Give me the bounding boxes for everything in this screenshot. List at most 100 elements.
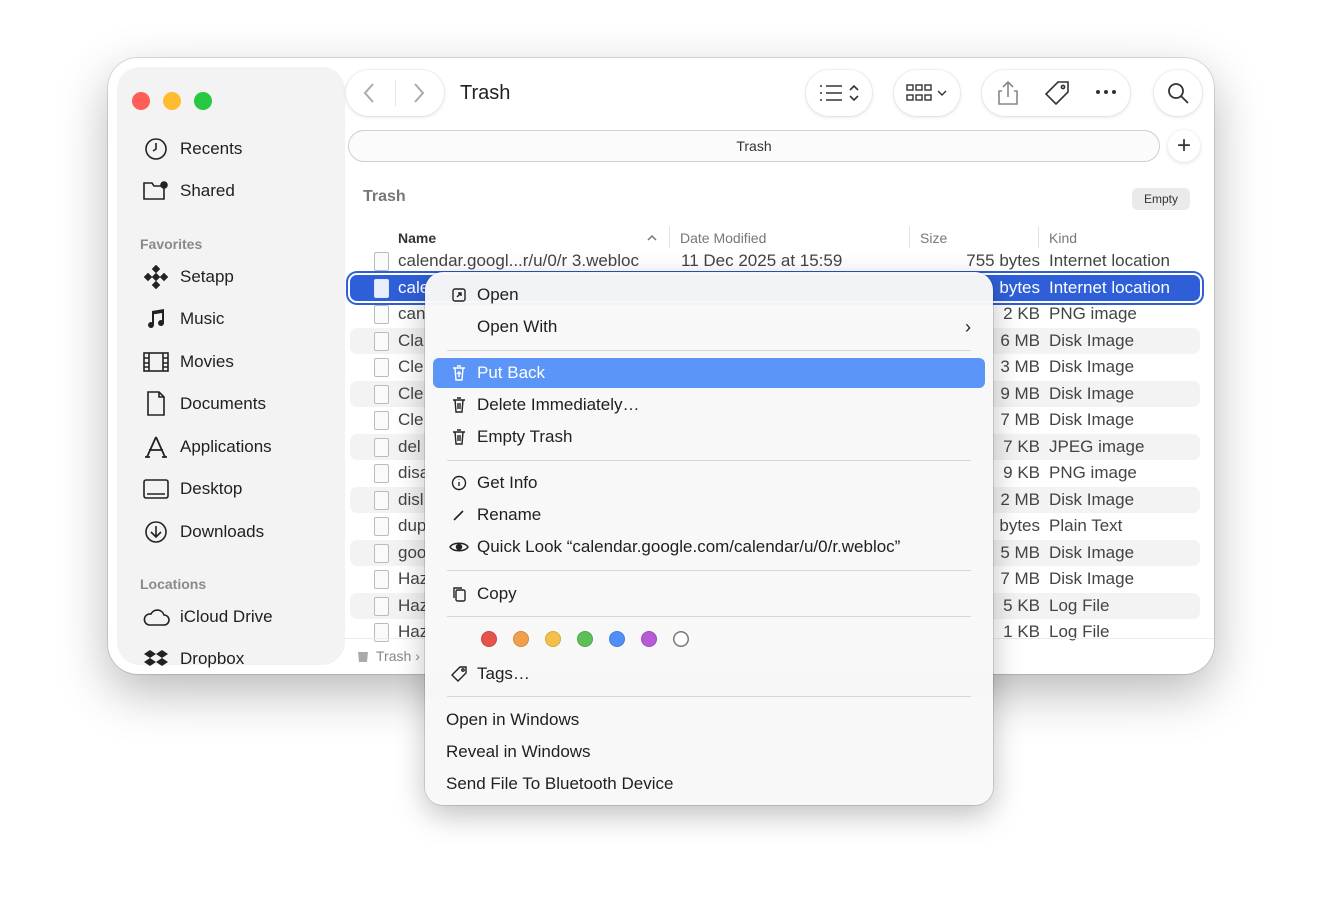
column-divider[interactable] [909, 226, 910, 248]
cell-kind: Disk Image [1049, 383, 1135, 403]
trash-icon [358, 652, 368, 662]
tag-color-dot[interactable] [577, 631, 593, 647]
eye-icon [447, 540, 471, 554]
cell-size: 7 MB [1000, 410, 1040, 429]
sidebar-item-music[interactable]: Music [142, 304, 224, 334]
column-header-date-modified[interactable]: Date Modified [680, 230, 766, 246]
sidebar-item-label: Music [180, 309, 225, 328]
sidebar-item-setapp[interactable]: Setapp [142, 262, 234, 292]
cell-name: can [398, 304, 426, 323]
cell-kind: JPEG image [1049, 436, 1145, 456]
cell-size: 2 KB [1003, 304, 1040, 323]
cell-name: Cle [398, 410, 424, 429]
more-button[interactable] [1094, 82, 1118, 108]
cell-kind: Disk Image [1049, 542, 1135, 562]
view-mode-button[interactable] [806, 70, 872, 116]
cell-kind: Internet location [1049, 251, 1170, 270]
tab-trash[interactable]: Trash [348, 130, 1160, 162]
info-icon [447, 475, 471, 491]
menu-item-label: Put Back [477, 363, 546, 382]
tag-color-dot[interactable] [513, 631, 529, 647]
menu-item-send-bluetooth[interactable]: Send File To Bluetooth Device [433, 769, 985, 799]
tag-color-dot[interactable] [641, 631, 657, 647]
chevron-left-icon [363, 83, 374, 103]
zoom-window-button[interactable] [194, 92, 212, 110]
music-note-icon [142, 305, 170, 333]
cell-name: dup [398, 516, 427, 535]
tag-color-dot[interactable] [673, 631, 689, 647]
menu-separator [447, 350, 971, 351]
window-title: Trash [460, 82, 511, 104]
sort-ascending-icon [646, 230, 658, 246]
tag-button[interactable] [1044, 80, 1070, 111]
tab-label: Trash [736, 138, 772, 154]
search-button[interactable] [1154, 70, 1202, 116]
menu-item-delete-immediately[interactable]: Delete Immediately… [433, 390, 985, 420]
desktop-icon [142, 475, 170, 503]
tag-color-dot[interactable] [545, 631, 561, 647]
breadcrumb-separator: › [415, 648, 420, 664]
column-divider[interactable] [1038, 226, 1039, 248]
cell-name: disl [398, 489, 424, 509]
menu-item-quick-look[interactable]: Quick Look “calendar.google.com/calendar… [433, 532, 985, 562]
sidebar-item-documents[interactable]: Documents [142, 389, 266, 419]
table-row[interactable]: calendar.googl...r/u/0/r 3.webloc 11 Dec … [350, 248, 1200, 274]
sidebar-item-label: Setapp [180, 267, 234, 286]
cell-name: calendar.googl...r/u/0/r 3.webloc [398, 251, 639, 270]
cell-kind: Plain Text [1049, 516, 1123, 535]
share-button[interactable] [996, 80, 1020, 111]
minimize-window-button[interactable] [163, 92, 181, 110]
menu-item-open[interactable]: Open [433, 280, 985, 310]
file-icon [374, 570, 389, 589]
sidebar-item-label: Recents [180, 139, 243, 158]
tag-color-dot[interactable] [481, 631, 497, 647]
document-icon [142, 390, 170, 418]
cell-name: del [398, 436, 421, 456]
cell-size: 3 MB [1000, 357, 1040, 376]
new-tab-button[interactable]: + [1168, 130, 1200, 162]
sidebar-item-applications[interactable]: Applications [142, 432, 272, 462]
column-header-name[interactable]: Name [398, 230, 436, 246]
file-icon [374, 411, 389, 430]
tag-color-dot[interactable] [609, 631, 625, 647]
sidebar-item-label: Movies [180, 352, 234, 371]
empty-trash-button[interactable]: Empty [1132, 188, 1190, 210]
breadcrumb-item-trash[interactable]: Trash [376, 648, 411, 664]
cell-name: Cle [398, 383, 424, 403]
section-title: Trash [363, 188, 406, 205]
menu-item-label: Get Info [477, 473, 538, 492]
menu-item-empty-trash[interactable]: Empty Trash [433, 422, 985, 452]
group-button[interactable] [894, 70, 960, 116]
file-icon [374, 490, 389, 510]
tag-icon [1044, 81, 1069, 106]
sidebar-item-shared[interactable]: Shared [142, 176, 235, 206]
menu-item-label: Quick Look “calendar.google.com/calendar… [477, 537, 901, 556]
cell-name: goo [398, 542, 427, 562]
back-button[interactable] [362, 82, 378, 109]
sidebar-item-icloud-drive[interactable]: iCloud Drive [142, 602, 273, 632]
sidebar-item-recents[interactable]: Recents [142, 134, 242, 164]
sidebar-item-dropbox[interactable]: Dropbox [142, 644, 244, 674]
close-window-button[interactable] [132, 92, 150, 110]
action-buttons [982, 70, 1130, 116]
menu-item-get-info[interactable]: Get Info [433, 468, 985, 498]
menu-item-reveal-in-windows[interactable]: Reveal in Windows [433, 737, 985, 767]
cell-kind: Disk Image [1049, 330, 1135, 350]
menu-item-rename[interactable]: Rename [433, 500, 985, 530]
menu-item-open-in-windows[interactable]: Open in Windows [433, 705, 985, 735]
menu-item-label: Empty Trash [477, 427, 573, 446]
sidebar-item-movies[interactable]: Movies [142, 347, 234, 377]
cell-kind: PNG image [1049, 463, 1137, 482]
menu-item-open-with[interactable]: Open With › [433, 312, 985, 342]
grid-group-icon [906, 84, 947, 101]
column-divider[interactable] [669, 226, 670, 248]
menu-item-put-back[interactable]: Put Back [433, 358, 985, 388]
sidebar-item-desktop[interactable]: Desktop [142, 474, 242, 504]
sidebar-item-downloads[interactable]: Downloads [142, 517, 264, 547]
menu-item-copy[interactable]: Copy [433, 579, 985, 609]
file-icon [374, 596, 389, 616]
column-header-size[interactable]: Size [920, 230, 947, 246]
menu-item-tags[interactable]: Tags… [433, 659, 985, 689]
forward-button[interactable] [410, 82, 426, 109]
column-header-kind[interactable]: Kind [1049, 230, 1077, 246]
